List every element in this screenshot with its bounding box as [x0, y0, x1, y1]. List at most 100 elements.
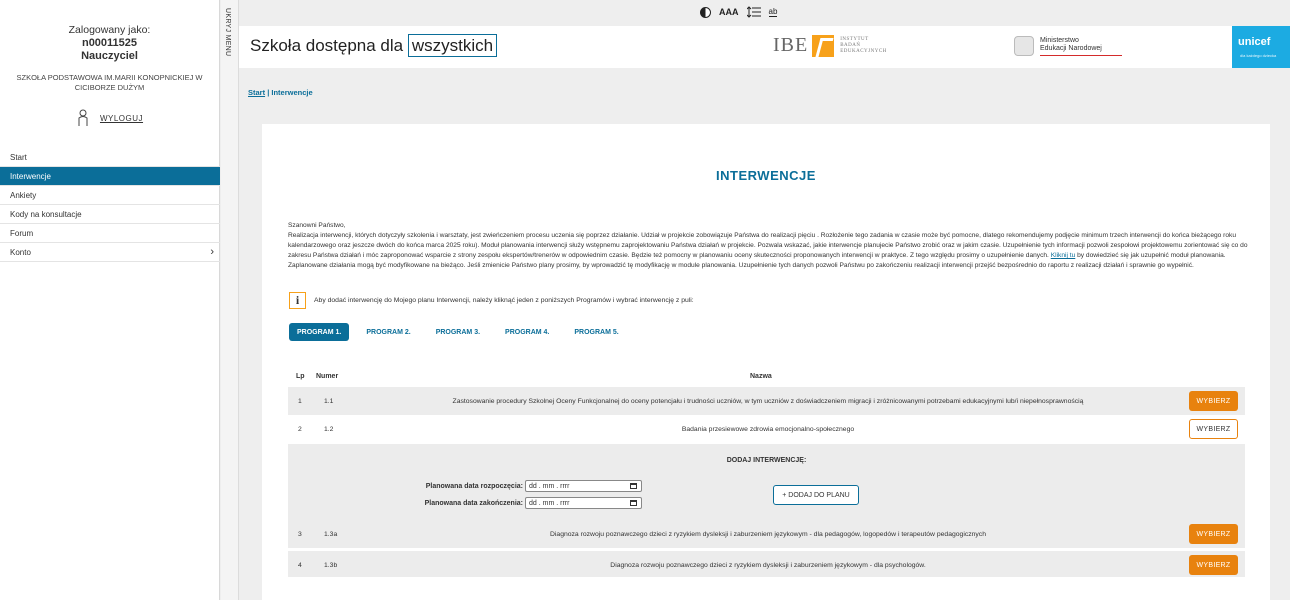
- ministry-line1: Ministerstwo: [1040, 36, 1079, 44]
- breadcrumb: Start | Interwencje: [248, 88, 313, 97]
- program-tabs: PROGRAM 1. PROGRAM 2. PROGRAM 3. PROGRAM…: [289, 323, 627, 341]
- start-date-value: dd . mm . rrrr: [529, 482, 570, 490]
- school-name: SZKOŁA PODSTAWOWA IM.MARII KONOPNICKIEJ …: [16, 73, 203, 92]
- sidebar-item-label: Interwencje: [10, 171, 51, 181]
- row-number: 1.3a: [324, 531, 338, 538]
- tab-program-1[interactable]: PROGRAM 1.: [289, 323, 350, 341]
- ibe-logo[interactable]: IBE INSTYTUT BADAŃ EDUKACYJNYCH: [773, 34, 887, 57]
- logged-as-label: Zalogowany jako:: [68, 24, 151, 36]
- sidebar-item-label: Kody na konsultacje: [10, 209, 82, 219]
- sidebar-item-label: Forum: [10, 228, 34, 238]
- sidebar-item-kody[interactable]: Kody na konsultacje: [0, 205, 220, 224]
- main-card: INTERWENCJE Szanowni Państwo, Realizacja…: [262, 124, 1270, 600]
- ministry-text: Ministerstwo Edukacji Narodowej: [1040, 37, 1122, 56]
- page-title: INTERWENCJE: [716, 168, 816, 183]
- sidebar-item-konto[interactable]: Konto ›: [0, 243, 220, 262]
- intro-greeting: Szanowni Państwo,: [288, 222, 346, 229]
- table-row: 1 1.1 Zastosowanie procedury Szkolnej Oc…: [288, 387, 1245, 415]
- header: Szkoła dostępna dla wszystkich IBE INSTY…: [239, 26, 1290, 68]
- row-name: Badania przesiewowe zdrowia emocjonalno-…: [681, 426, 855, 433]
- row-lp: 2: [298, 426, 302, 433]
- ministry-logo[interactable]: Ministerstwo Edukacji Narodowej: [1014, 36, 1122, 56]
- sidebar-item-interwencje[interactable]: Interwencje: [0, 167, 220, 186]
- start-date-input[interactable]: dd . mm . rrrr: [525, 480, 642, 492]
- select-button[interactable]: WYBIERZ: [1189, 524, 1238, 544]
- tab-program-3[interactable]: PROGRAM 3.: [428, 323, 488, 341]
- end-date-label: Planowana data zakończenia:: [424, 499, 523, 507]
- sidebar-item-label: Start: [10, 152, 27, 162]
- info-text: Aby dodać interwencję do Mojego planu In…: [314, 297, 694, 304]
- font-size-label: AAA: [719, 7, 739, 17]
- hide-menu-toggle[interactable]: UKRYJ MENU: [221, 0, 239, 600]
- hide-menu-label: UKRYJ MENU: [224, 8, 231, 57]
- table-row: 4 1.3b Diagnoza rozwoju poznawczego dzie…: [288, 549, 1245, 577]
- ibe-mark-icon: [812, 34, 835, 57]
- tab-program-2[interactable]: PROGRAM 2.: [358, 323, 418, 341]
- sidebar-item-forum[interactable]: Forum: [0, 224, 220, 243]
- column-header-name: Nazwa: [750, 373, 772, 380]
- line-height-icon[interactable]: [746, 6, 761, 18]
- select-button[interactable]: WYBIERZ: [1189, 391, 1238, 411]
- row-lp: 3: [298, 531, 302, 538]
- column-header-lp: Lp: [296, 373, 305, 380]
- breadcrumb-separator: |: [267, 88, 270, 97]
- select-button[interactable]: WYBIERZ: [1189, 555, 1238, 575]
- tab-program-5[interactable]: PROGRAM 5.: [566, 323, 626, 341]
- contrast-icon[interactable]: [700, 6, 711, 18]
- column-header-number: Numer: [316, 373, 339, 380]
- accessibility-toolbar: AAA ab: [700, 6, 778, 18]
- help-link[interactable]: Kliknij tu: [1051, 252, 1076, 259]
- chevron-right-icon: ›: [210, 246, 214, 258]
- sidebar: Zalogowany jako: n00011525 Nauczyciel SZ…: [0, 0, 220, 600]
- intro-text: Szanowni Państwo, Realizacja interwencji…: [288, 221, 1248, 271]
- unicef-logo[interactable]: unicef dla każdego dziecka: [1232, 26, 1290, 68]
- app-root: Zalogowany jako: n00011525 Nauczyciel SZ…: [0, 0, 1290, 600]
- table-header: Lp Numer Nazwa: [288, 369, 1245, 385]
- sidebar-menu: Start Interwencje Ankiety Kody na konsul…: [0, 148, 220, 262]
- logout-link[interactable]: WYLOGUJ: [100, 114, 143, 123]
- table-row: 3 1.3a Diagnoza rozwoju poznawczego dzie…: [288, 520, 1245, 548]
- row-name: Diagnoza rozwoju poznawczego dzieci z ry…: [610, 562, 926, 569]
- row-number: 1.1: [324, 398, 334, 405]
- user-id: n00011525: [81, 37, 138, 49]
- breadcrumb-start-link[interactable]: Start: [248, 88, 265, 97]
- end-date-value: dd . mm . rrrr: [529, 499, 570, 507]
- logout-row: WYLOGUJ: [0, 109, 219, 127]
- font-size-button[interactable]: AAA: [719, 7, 739, 17]
- row-name: Diagnoza rozwoju poznawczego dzieci z ry…: [550, 531, 986, 538]
- row-lp: 4: [298, 562, 302, 569]
- brand-title[interactable]: Szkoła dostępna dla wszystkich: [250, 34, 498, 57]
- info-note: i Aby dodać interwencję do Mojego planu …: [289, 292, 694, 309]
- row-number: 1.2: [324, 426, 334, 433]
- sidebar-item-ankiety[interactable]: Ankiety: [0, 186, 220, 205]
- ibe-subtitle: INSTYTUT BADAŃ EDUKACYJNYCH: [840, 36, 887, 54]
- letter-spacing-button[interactable]: ab: [768, 7, 778, 17]
- sidebar-item-label: Konto: [10, 247, 31, 257]
- user-role: Nauczyciel: [81, 50, 138, 62]
- start-date-label: Planowana data rozpoczęcia:: [425, 482, 523, 490]
- end-date-row: Planowana data zakończenia: dd . mm . rr…: [414, 497, 642, 509]
- calendar-icon[interactable]: [630, 500, 637, 506]
- unicef-tagline: dla każdego dziecka: [1240, 53, 1277, 58]
- tab-program-4[interactable]: PROGRAM 4.: [497, 323, 557, 341]
- add-to-plan-button[interactable]: + DODAJ DO PLANU: [773, 485, 859, 505]
- row-number: 1.3b: [324, 562, 338, 569]
- row-lp: 1: [298, 398, 302, 405]
- brand-prefix: Szkoła dostępna dla: [250, 36, 404, 55]
- sidebar-item-start[interactable]: Start: [0, 148, 220, 167]
- person-icon: [78, 109, 88, 126]
- ibe-logo-text: IBE: [773, 34, 809, 56]
- brand-highlight: wszystkich: [407, 34, 498, 57]
- end-date-input[interactable]: dd . mm . rrrr: [525, 497, 642, 509]
- select-button[interactable]: WYBIERZ: [1189, 419, 1238, 439]
- unicef-text: unicef: [1238, 36, 1271, 48]
- start-date-row: Planowana data rozpoczęcia: dd . mm . rr…: [414, 480, 642, 492]
- table-row: 2 1.2 Badania przesiewowe zdrowia emocjo…: [288, 415, 1245, 443]
- breadcrumb-current: Interwencje: [271, 88, 313, 97]
- calendar-icon[interactable]: [630, 483, 637, 489]
- eagle-emblem-icon: [1014, 36, 1034, 56]
- add-intervention-panel: DODAJ INTERWENCJĘ: Planowana data rozpoc…: [288, 444, 1245, 520]
- info-icon: i: [289, 292, 306, 309]
- ministry-line2: Edukacji Narodowej: [1040, 44, 1102, 52]
- sidebar-item-label: Ankiety: [10, 190, 37, 200]
